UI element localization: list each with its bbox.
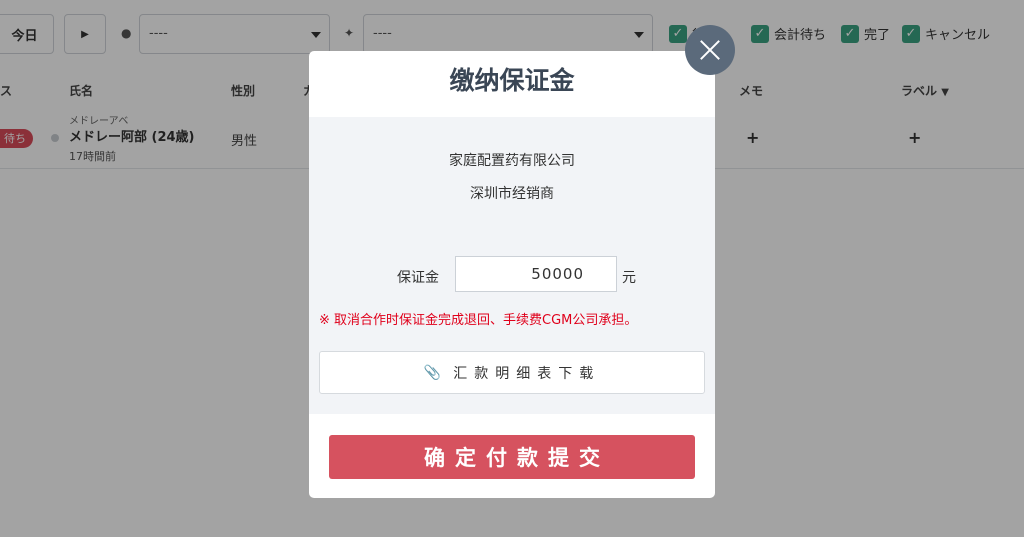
dealer-name: 深圳市经销商: [470, 186, 554, 202]
page: 今日 ▶ ● ---- ✦ ---- ✓ 待ち ✓ 会計待ち ✓ 完了 ✓ キャ…: [0, 0, 1024, 537]
paperclip-icon: 📎: [423, 364, 442, 381]
currency-unit: 元: [622, 270, 636, 286]
modal-body: 家庭配置药有限公司 深圳市经销商 保证金 元 ※ 取消合作时保证金完成退回、手续…: [309, 117, 715, 414]
confirm-payment-button[interactable]: 确定付款提交: [329, 435, 695, 479]
download-statement-label: 汇款明细表下载: [453, 365, 601, 382]
deposit-modal: 缴纳保证金 家庭配置药有限公司 深圳市经销商 保证金 元 ※ 取消合作时保证金完…: [309, 51, 715, 498]
deposit-input[interactable]: [455, 256, 617, 292]
deposit-label: 保证金: [397, 270, 439, 286]
refund-notice: ※ 取消合作时保证金完成退回、手续费CGM公司承担。: [319, 313, 638, 328]
modal-title: 缴纳保证金: [449, 66, 575, 95]
download-statement-button[interactable]: 📎 汇款明细表下载: [319, 351, 705, 394]
close-icon[interactable]: [685, 25, 735, 75]
company-name: 家庭配置药有限公司: [449, 153, 575, 169]
